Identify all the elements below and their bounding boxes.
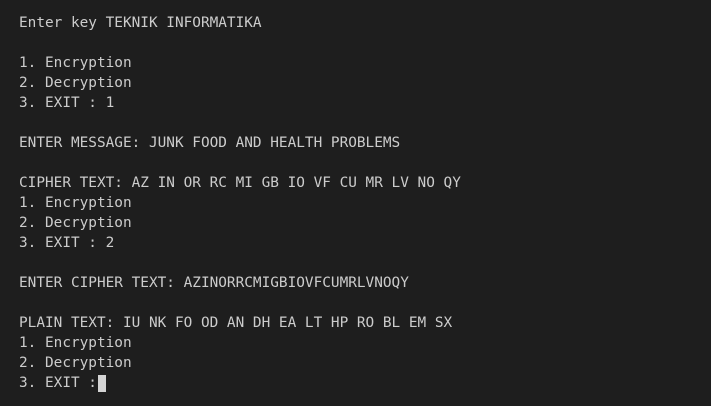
- menu-option-encryption: 1. Encryption: [19, 335, 132, 351]
- enter-message-line: ENTER MESSAGE: JUNK FOOD AND HEALTH PROB…: [19, 135, 401, 151]
- menu-option-decryption: 2. Decryption: [19, 355, 132, 371]
- exit-prompt-line[interactable]: 3. EXIT :: [19, 373, 711, 393]
- menu-option-encryption: 1. Encryption: [19, 55, 132, 71]
- menu-option-decryption: 2. Decryption: [19, 215, 132, 231]
- exit-prompt-label: 3. EXIT :: [19, 375, 97, 391]
- menu-option-encryption: 1. Encryption: [19, 195, 132, 211]
- menu-option-decryption: 2. Decryption: [19, 75, 132, 91]
- terminal-output[interactable]: Enter key TEKNIK INFORMATIKA 1. Encrypti…: [0, 0, 711, 406]
- plain-text-line: PLAIN TEXT: IU NK FO OD AN DH EA LT HP R…: [19, 315, 453, 331]
- enter-cipher-text-line: ENTER CIPHER TEXT: AZINORRCMIGBIOVFCUMRL…: [19, 275, 409, 291]
- menu-option-exit: 3. EXIT : 2: [19, 235, 115, 251]
- menu-option-exit: 3. EXIT : 1: [19, 95, 115, 111]
- cipher-text-line: CIPHER TEXT: AZ IN OR RC MI GB IO VF CU …: [19, 175, 461, 191]
- text-cursor: [97, 374, 106, 392]
- key-line: Enter key TEKNIK INFORMATIKA: [19, 15, 262, 31]
